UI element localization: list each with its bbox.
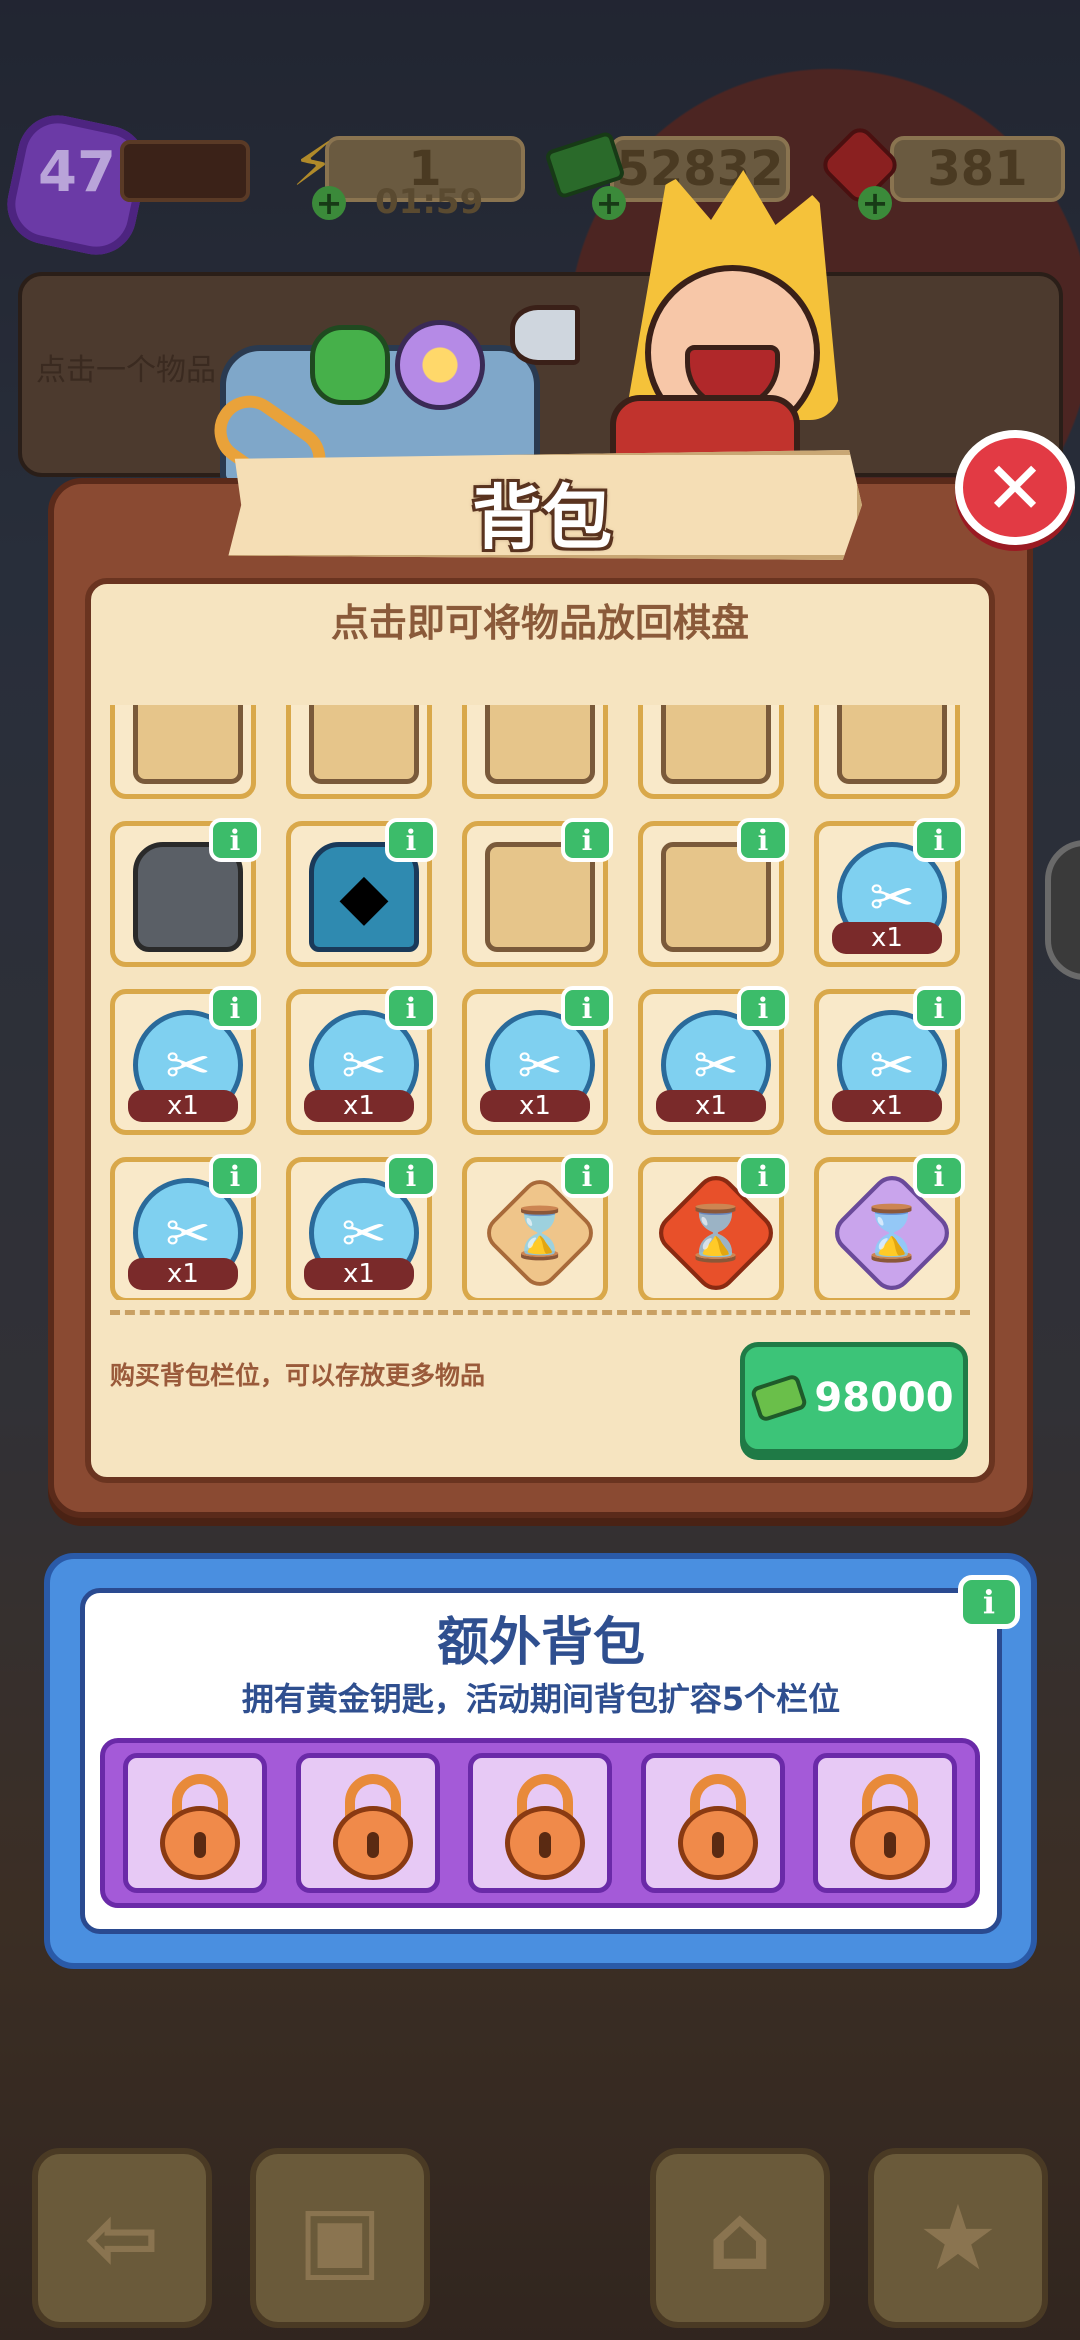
axe-icon bbox=[510, 305, 580, 365]
locked-slot[interactable] bbox=[640, 1753, 785, 1893]
backpack-slot[interactable]: i bbox=[462, 818, 613, 967]
backpack-slot[interactable]: ⌛ i bbox=[638, 1154, 789, 1300]
info-icon[interactable]: i bbox=[561, 818, 613, 862]
close-button[interactable]: ✕ bbox=[955, 430, 1075, 545]
item-quantity: x1 bbox=[480, 1090, 590, 1122]
backpack-slot[interactable]: i bbox=[110, 818, 261, 967]
side-character-bubble[interactable] bbox=[1045, 840, 1080, 980]
extra-backpack-title: 额外背包 bbox=[436, 1613, 645, 1673]
backpack-slot[interactable]: i bbox=[286, 705, 432, 799]
info-icon[interactable]: i bbox=[737, 1154, 789, 1198]
buy-slot-description: 购买背包栏位，可以存放更多物品 bbox=[110, 1361, 486, 1390]
backpack-slot[interactable]: i bbox=[638, 705, 784, 799]
hint-text: 点击一个物品 bbox=[36, 353, 216, 388]
info-icon[interactable]: i bbox=[913, 986, 965, 1030]
add-gem-plus-icon[interactable]: + bbox=[858, 184, 892, 222]
locked-slot[interactable] bbox=[813, 1753, 957, 1893]
item-quantity: x1 bbox=[832, 1090, 942, 1122]
info-icon[interactable]: i bbox=[737, 986, 789, 1030]
buy-slot-button[interactable]: 98000 bbox=[740, 1342, 968, 1454]
locked-slot[interactable] bbox=[295, 1753, 440, 1893]
backpack-slot[interactable]: ✂ i x1 bbox=[286, 986, 437, 1135]
info-icon[interactable]: i bbox=[385, 986, 437, 1030]
item-quantity: x1 bbox=[304, 1090, 414, 1122]
item-quantity: x1 bbox=[128, 1258, 238, 1290]
backpack-slot[interactable]: ✂ i x1 bbox=[814, 818, 965, 967]
backpack-slot[interactable]: ✂ i x1 bbox=[110, 986, 261, 1135]
partial-item-icon bbox=[485, 705, 595, 784]
backpack-slot[interactable]: ✂ i x1 bbox=[462, 986, 613, 1135]
lock-hole bbox=[884, 1832, 896, 1858]
top-hud: 47 1 ⚡ + 01:59 52832 + 381 + bbox=[0, 100, 1080, 263]
info-icon[interactable]: i bbox=[737, 818, 789, 862]
panel-title: 背包 bbox=[472, 477, 612, 559]
item-quantity: x1 bbox=[304, 1258, 414, 1290]
info-icon[interactable]: i bbox=[913, 818, 965, 862]
info-icon[interactable]: i bbox=[385, 818, 437, 862]
add-cash-plus-icon[interactable]: + bbox=[592, 184, 626, 222]
locked-slot[interactable] bbox=[123, 1753, 267, 1893]
divider bbox=[110, 1310, 970, 1315]
close-icon: ✕ bbox=[984, 445, 1046, 530]
item-quantity: x1 bbox=[128, 1090, 238, 1122]
lock-hole bbox=[539, 1832, 551, 1858]
backpack-slot[interactable]: i bbox=[462, 705, 608, 799]
cash-icon bbox=[750, 1373, 809, 1423]
backpack-slot[interactable]: i bbox=[814, 705, 960, 799]
buy-price: 98000 bbox=[814, 1375, 954, 1421]
backpack-slot[interactable]: ◆ i bbox=[286, 818, 437, 967]
cash-counter: 52832 bbox=[610, 136, 790, 202]
lock-hole bbox=[711, 1832, 724, 1858]
bottom-nav: ⇦ ▣ ⌂ ★ bbox=[0, 2140, 1080, 2340]
info-icon[interactable]: i bbox=[209, 1154, 261, 1198]
locked-slot[interactable] bbox=[468, 1753, 612, 1893]
add-energy-plus-icon[interactable]: + bbox=[312, 184, 346, 222]
energy-timer: 01:59 bbox=[375, 182, 484, 222]
extra-backpack-subtitle: 拥有黄金钥匙，活动期间背包扩容5个栏位 bbox=[241, 1680, 841, 1718]
clipboard-star-icon[interactable]: ★ bbox=[868, 2148, 1048, 2328]
xp-bar bbox=[120, 140, 250, 202]
lock-hole bbox=[194, 1832, 206, 1858]
backpack-slot[interactable]: ✂ i x1 bbox=[110, 1154, 261, 1300]
info-icon[interactable]: i bbox=[385, 1154, 437, 1198]
info-icon[interactable]: i bbox=[913, 1154, 965, 1198]
partial-item-icon bbox=[837, 705, 947, 784]
info-icon[interactable]: i bbox=[209, 986, 261, 1030]
basket-icon[interactable]: ⌂ bbox=[650, 2148, 830, 2328]
backpack-slot[interactable]: ✂ i x1 bbox=[814, 986, 965, 1135]
backpack-slot[interactable]: ⌛ i bbox=[462, 1154, 613, 1300]
item-quantity: x1 bbox=[656, 1090, 766, 1122]
backpack-slot[interactable]: i bbox=[638, 818, 789, 967]
backpack-slot[interactable]: ✂ i x1 bbox=[286, 1154, 437, 1300]
locked-slots-row bbox=[100, 1738, 980, 1908]
lock-hole bbox=[366, 1832, 379, 1858]
partial-item-icon bbox=[133, 705, 243, 784]
backpack-grid-scroll[interactable]: iiiiii◆iii✂ix1✂ix1✂ix1✂ix1✂ix1✂ix1✂ix1✂i… bbox=[110, 705, 980, 1300]
panel-subtitle: 点击即可将物品放回棋盘 bbox=[330, 601, 749, 645]
orb-illustration bbox=[395, 320, 485, 410]
item-quantity: x1 bbox=[832, 922, 942, 954]
info-icon[interactable]: i bbox=[561, 1154, 613, 1198]
backpack-slot[interactable]: ⌛ i bbox=[814, 1154, 965, 1300]
backpack-slot[interactable]: i bbox=[110, 705, 256, 799]
backpack-grid: iiiiii◆iii✂ix1✂ix1✂ix1✂ix1✂ix1✂ix1✂ix1✂i… bbox=[110, 705, 980, 1300]
back-arrow-icon[interactable]: ⇦ bbox=[32, 2148, 212, 2328]
partial-item-icon bbox=[309, 705, 419, 784]
info-icon[interactable]: i bbox=[561, 986, 613, 1030]
partial-item-icon bbox=[661, 705, 771, 784]
backpack-slot[interactable]: ✂ i x1 bbox=[638, 986, 789, 1135]
leaf-illustration bbox=[310, 325, 390, 405]
backpack-icon[interactable]: ▣ bbox=[250, 2148, 430, 2328]
info-icon[interactable]: i bbox=[209, 818, 261, 862]
gem-counter: 381 bbox=[890, 136, 1065, 202]
